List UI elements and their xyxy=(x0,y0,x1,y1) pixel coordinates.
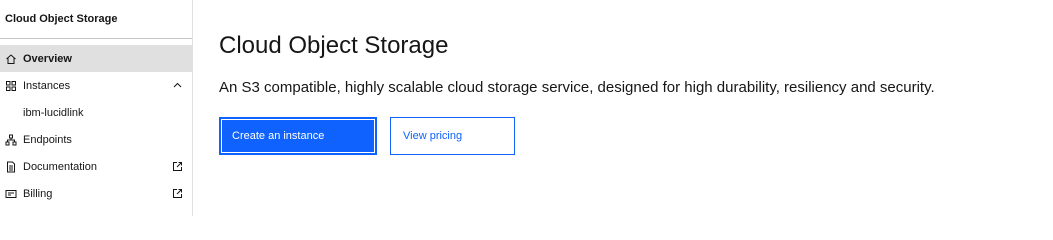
sidebar-item-overview[interactable]: Overview xyxy=(0,45,192,72)
launch-icon xyxy=(172,188,183,199)
sidebar-item-endpoints[interactable]: Endpoints xyxy=(0,126,192,153)
grid-icon xyxy=(5,80,17,92)
billing-icon xyxy=(5,188,17,200)
sidebar-item-instances[interactable]: Instances xyxy=(0,72,192,99)
sidebar-item-label: ibm-lucidlink xyxy=(23,106,84,119)
sidebar-item-billing[interactable]: Billing xyxy=(0,180,192,207)
sidebar-title: Cloud Object Storage xyxy=(0,0,192,39)
network-icon xyxy=(5,134,17,146)
sidebar-item-label: Endpoints xyxy=(23,133,72,146)
document-icon xyxy=(5,161,17,173)
launch-icon xyxy=(172,161,183,172)
home-icon xyxy=(5,53,17,65)
sidebar-item-label: Documentation xyxy=(23,160,97,173)
sidebar: Cloud Object Storage Overview Instances … xyxy=(0,0,193,216)
sidebar-item-ibm-lucidlink[interactable]: ibm-lucidlink xyxy=(0,99,192,126)
sidebar-item-documentation[interactable]: Documentation xyxy=(0,153,192,180)
create-instance-button[interactable]: Create an instance xyxy=(219,117,377,155)
sidebar-item-label: Billing xyxy=(23,187,53,200)
view-pricing-button[interactable]: View pricing xyxy=(390,117,515,155)
page-title: Cloud Object Storage xyxy=(219,32,449,59)
sidebar-item-label: Overview xyxy=(23,52,72,65)
page-description: An S3 compatible, highly scalable cloud … xyxy=(219,79,935,96)
sidebar-item-label: Instances xyxy=(23,79,71,92)
chevron-up-icon[interactable] xyxy=(172,80,183,91)
